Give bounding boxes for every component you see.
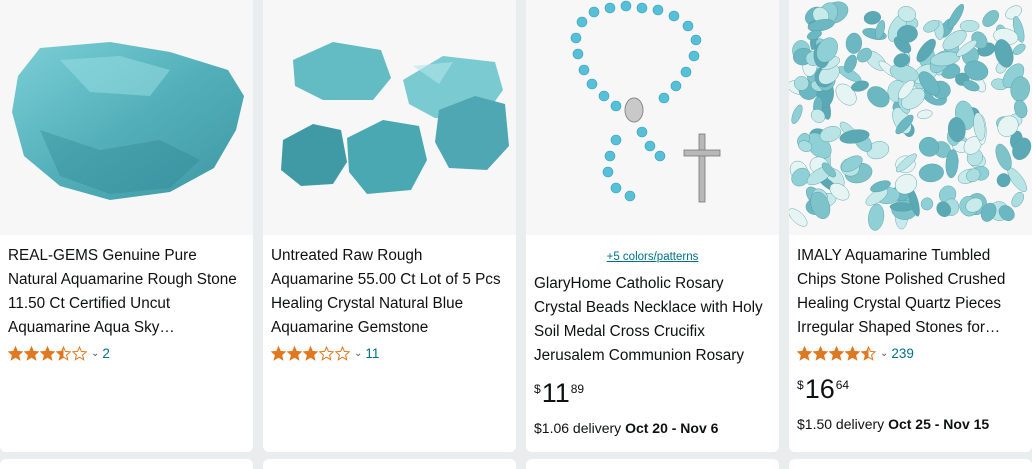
next-product-card[interactable] — [263, 459, 516, 469]
rosary-necklace-image — [570, 0, 721, 203]
price-fraction: 89 — [570, 382, 585, 396]
delivery-prefix: $1.50 delivery — [797, 416, 885, 432]
star-rating — [271, 345, 351, 361]
star-icon — [287, 345, 302, 361]
next-product-card[interactable] — [789, 459, 1032, 469]
star-icon — [56, 345, 71, 361]
price[interactable]: $ 11 89 — [534, 378, 771, 408]
delivery-dates: Oct 25 - Nov 15 — [888, 416, 990, 432]
next-product-card[interactable] — [0, 459, 253, 469]
product-card[interactable]: IMALY Aquamarine Tumbled Chips Stone Pol… — [789, 0, 1032, 452]
delivery-info: $1.06 delivery Oct 20 - Nov 6 — [534, 420, 771, 436]
review-count[interactable]: 2 — [102, 346, 110, 361]
star-icon — [797, 345, 812, 361]
rough-aquamarine-stone-image — [12, 42, 244, 200]
product-image[interactable] — [789, 0, 1032, 235]
chevron-down-icon[interactable]: ⌄ — [91, 348, 99, 359]
price[interactable]: $ 16 64 — [797, 374, 1024, 404]
star-icon — [335, 345, 350, 361]
star-rating — [797, 345, 877, 361]
product-title[interactable]: Untreated Raw Rough Aquamarine 55.00 Ct … — [271, 244, 508, 340]
star-icon — [303, 345, 318, 361]
delivery-prefix: $1.06 delivery — [534, 420, 622, 436]
rating-row[interactable]: ⌄ 2 — [8, 344, 245, 362]
star-icon — [24, 345, 39, 361]
chevron-down-icon[interactable]: ⌄ — [354, 348, 362, 359]
product-image[interactable] — [526, 0, 779, 235]
delivery-dates: Oct 20 - Nov 6 — [625, 420, 719, 436]
product-title[interactable]: GlaryHome Catholic Rosary Crystal Beads … — [534, 272, 771, 368]
price-fraction: 64 — [835, 378, 850, 392]
tumbled-chips-image — [789, 1, 1032, 231]
product-image[interactable] — [263, 0, 516, 235]
five-aquamarine-stones-image — [281, 42, 509, 194]
product-card[interactable]: REAL-GEMS Genuine Pure Natural Aquamarin… — [0, 0, 253, 452]
product-image[interactable] — [0, 0, 253, 235]
price-whole: 16 — [804, 374, 835, 404]
rating-row[interactable]: ⌄ 11 — [271, 344, 508, 362]
star-icon — [319, 345, 334, 361]
product-title[interactable]: REAL-GEMS Genuine Pure Natural Aquamarin… — [8, 244, 245, 340]
price-whole: 11 — [541, 378, 570, 408]
colors-patterns-link[interactable]: +5 colors/patterns — [534, 250, 771, 264]
star-icon — [829, 345, 844, 361]
star-icon — [271, 345, 286, 361]
star-rating — [8, 345, 88, 361]
star-icon — [813, 345, 828, 361]
star-icon — [72, 345, 87, 361]
review-count[interactable]: 239 — [891, 346, 914, 361]
star-icon — [861, 345, 876, 361]
price-symbol: $ — [797, 378, 804, 392]
next-product-card[interactable] — [526, 459, 779, 469]
star-icon — [8, 345, 23, 361]
rating-row[interactable]: ⌄ 239 — [797, 344, 1024, 362]
product-card[interactable]: Untreated Raw Rough Aquamarine 55.00 Ct … — [263, 0, 516, 452]
product-title[interactable]: IMALY Aquamarine Tumbled Chips Stone Pol… — [797, 244, 1024, 340]
star-icon — [40, 345, 55, 361]
star-icon — [845, 345, 860, 361]
delivery-info: $1.50 delivery Oct 25 - Nov 15 — [797, 416, 1024, 432]
price-symbol: $ — [534, 382, 541, 396]
product-card[interactable]: +5 colors/patterns GlaryHome Catholic Ro… — [526, 0, 779, 452]
review-count[interactable]: 11 — [365, 346, 379, 361]
chevron-down-icon[interactable]: ⌄ — [880, 348, 888, 359]
